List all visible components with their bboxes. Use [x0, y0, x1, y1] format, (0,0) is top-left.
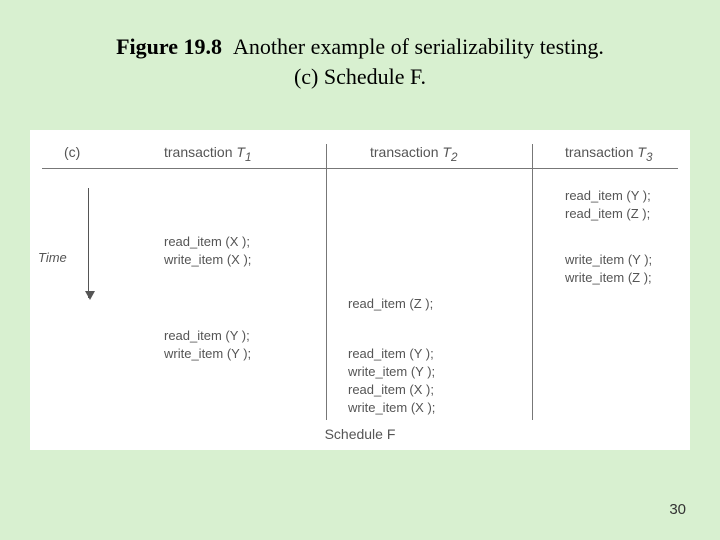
- t3-op-4: write_item (Z );: [565, 270, 652, 285]
- t1-op-4: write_item (Y );: [164, 346, 251, 361]
- schedule-caption: Schedule F: [30, 426, 690, 442]
- t3-op-3: write_item (Y );: [565, 252, 652, 267]
- t1-name: T: [236, 144, 245, 160]
- t2-op-3: read_item (X );: [348, 382, 434, 397]
- t2-op-0: read_item (Z );: [348, 296, 433, 311]
- figure-panel: (c) transaction T1 transaction T2 transa…: [30, 130, 690, 450]
- figure-subtitle: (c) Schedule F.: [0, 62, 720, 92]
- time-arrow-icon: [88, 188, 89, 298]
- header-t3: transaction T3: [565, 144, 652, 164]
- slide: Figure 19.8 Another example of serializa…: [0, 0, 720, 540]
- t3-name: T: [637, 144, 646, 160]
- t2-op-1: read_item (Y );: [348, 346, 434, 361]
- t2-op-2: write_item (Y );: [348, 364, 435, 379]
- divider-2: [532, 144, 533, 420]
- header-t2: transaction T2: [370, 144, 457, 164]
- t1-op-1: read_item (X );: [164, 234, 250, 249]
- t1-prefix: transaction: [164, 144, 236, 160]
- figure-text: Another example of serializability testi…: [233, 34, 604, 59]
- t3-op-2: read_item (Z );: [565, 206, 650, 221]
- t2-name: T: [442, 144, 451, 160]
- header-t1: transaction T1: [164, 144, 251, 164]
- t3-prefix: transaction: [565, 144, 637, 160]
- t3-op-1: read_item (Y );: [565, 188, 651, 203]
- t1-op-2: write_item (X );: [164, 252, 251, 267]
- t2-prefix: transaction: [370, 144, 442, 160]
- figure-title-line1: Figure 19.8 Another example of serializa…: [0, 32, 720, 62]
- t2-sub: 2: [451, 151, 457, 164]
- header-rule: [42, 168, 678, 169]
- t1-sub: 1: [245, 151, 251, 164]
- figure-label: Figure 19.8: [116, 34, 222, 59]
- t3-sub: 3: [646, 151, 652, 164]
- t1-op-3: read_item (Y );: [164, 328, 250, 343]
- panel-label: (c): [64, 144, 80, 160]
- figure-title-block: Figure 19.8 Another example of serializa…: [0, 32, 720, 91]
- page-number: 30: [669, 501, 686, 518]
- t2-op-4: write_item (X );: [348, 400, 435, 415]
- divider-1: [326, 144, 327, 420]
- time-label: Time: [38, 250, 67, 265]
